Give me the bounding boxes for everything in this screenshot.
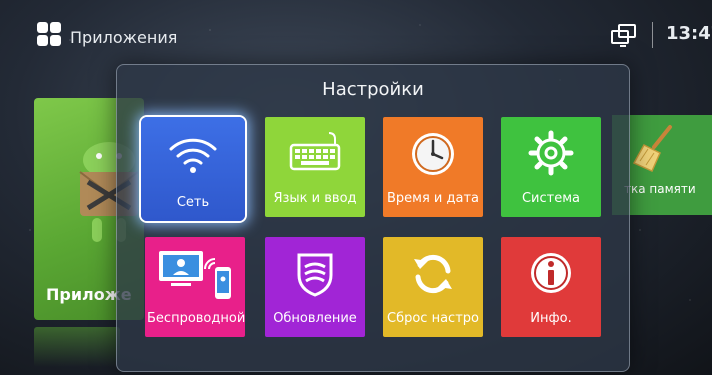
tile-reset[interactable]: Сброс настро <box>383 237 483 337</box>
tile-language[interactable]: Язык и ввод <box>265 117 365 217</box>
apps-grid-icon <box>37 22 61 46</box>
tile-time-date-label: Время и дата <box>386 191 479 206</box>
tile-network[interactable]: Сеть <box>141 117 245 221</box>
divider <box>652 22 653 48</box>
info-icon <box>531 253 571 293</box>
dialog-title: Настройки <box>322 79 424 100</box>
tile-reset-label: Сброс настро <box>387 311 479 326</box>
tile-reflection <box>34 327 120 367</box>
tile-wireless-display[interactable]: Беспроводной <box>145 237 245 337</box>
settings-dialog: Настройки Сеть Язык и ввод Время и дата … <box>116 64 630 372</box>
wifi-icon <box>169 138 217 173</box>
tile-system-label: Система <box>521 191 581 206</box>
page-title: Приложения <box>70 28 178 47</box>
gear-icon <box>528 130 574 176</box>
keyboard-icon <box>289 132 341 171</box>
screen-share-icon <box>159 251 231 299</box>
tile-system[interactable]: Система <box>501 117 601 217</box>
tile-info[interactable]: Инфо. <box>501 237 601 337</box>
tile-network-label: Сеть <box>176 195 210 210</box>
tile-update-label: Обновление <box>273 311 357 326</box>
tile-language-label: Язык и ввод <box>273 191 357 206</box>
top-bar: Приложения 13:47 <box>0 0 712 60</box>
tile-info-label: Инфо. <box>530 311 572 326</box>
clock: 13:47 <box>666 23 712 44</box>
tile-update[interactable]: Обновление <box>265 237 365 337</box>
refresh-icon <box>414 254 452 294</box>
shield-icon <box>297 253 333 297</box>
memory-cleaner-label: тка памяти <box>624 182 696 196</box>
tile-time-date[interactable]: Время и дата <box>383 117 483 217</box>
clock-icon <box>412 133 454 175</box>
broom-icon <box>632 125 672 172</box>
tile-wireless-display-label: Беспроводной <box>147 311 245 326</box>
screens-icon <box>611 24 636 47</box>
